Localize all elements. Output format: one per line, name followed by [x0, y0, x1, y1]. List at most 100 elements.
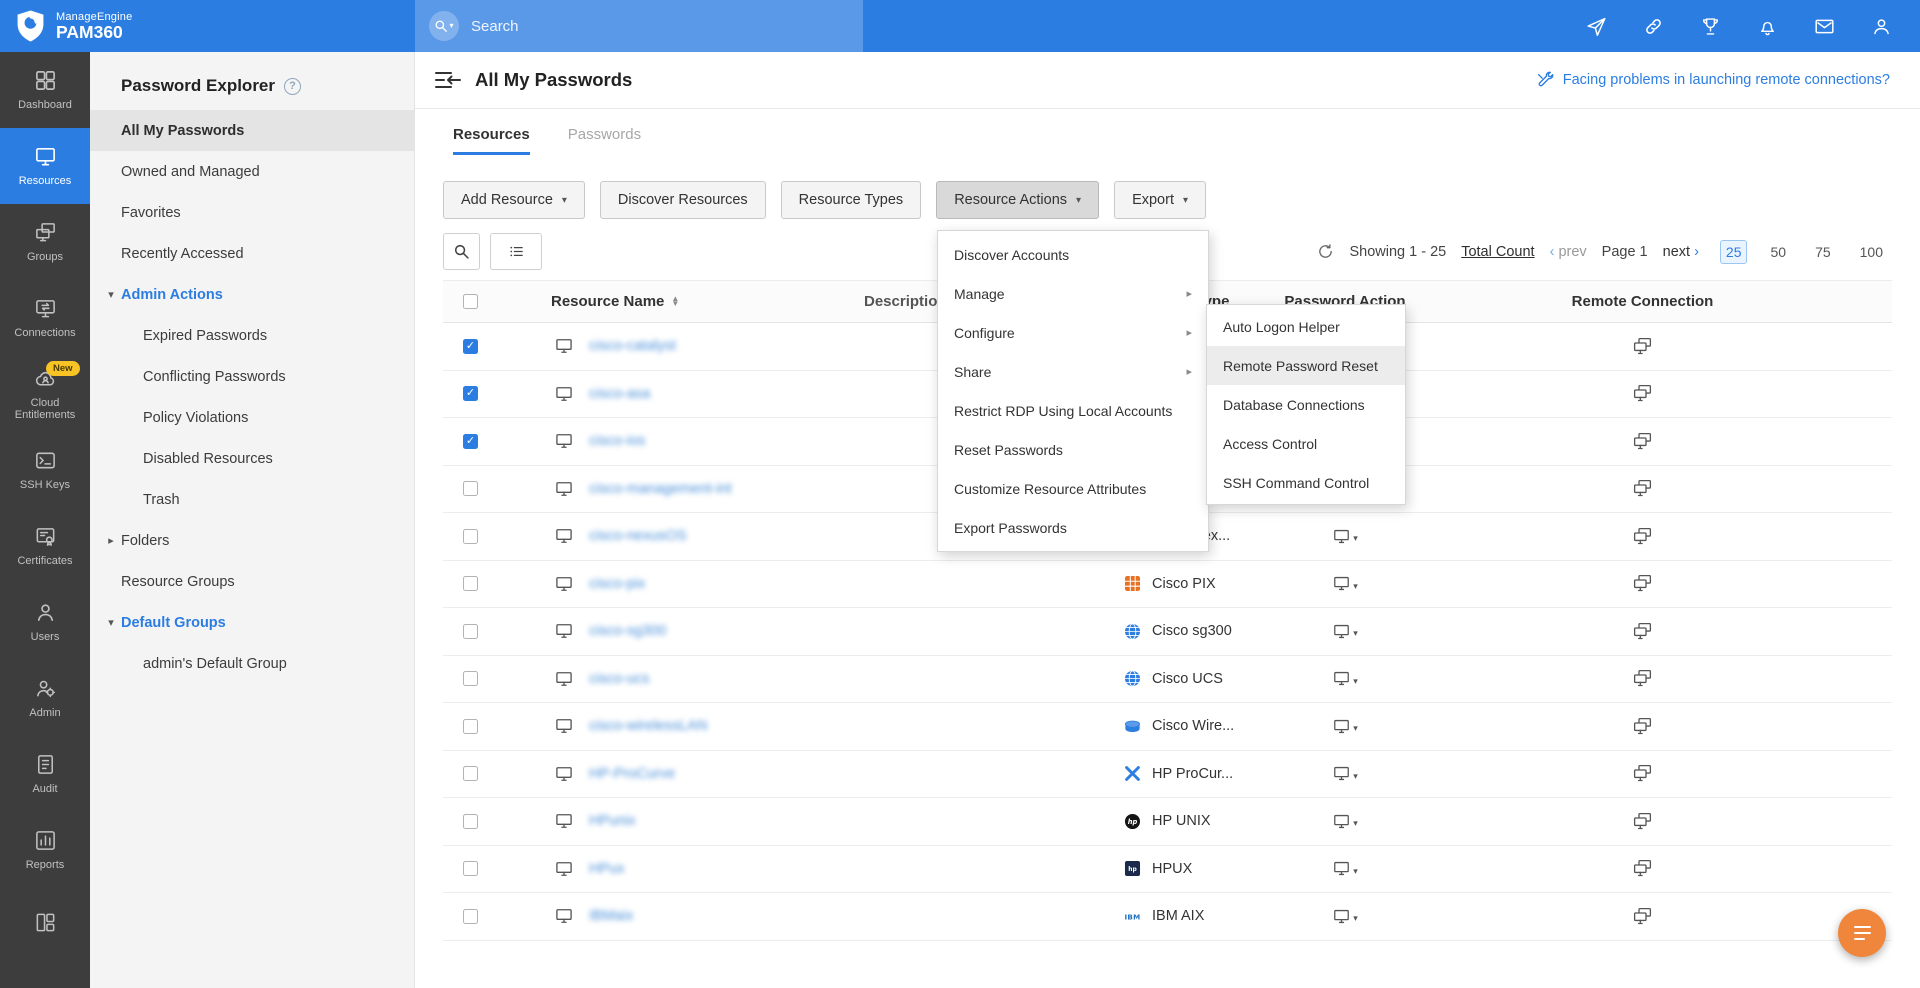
- export-button[interactable]: Export ▾: [1114, 181, 1206, 219]
- remote-connection-icon[interactable]: [1632, 526, 1653, 547]
- sort-icon[interactable]: ▲▼: [671, 297, 679, 307]
- sidebar-item-audit[interactable]: Audit: [0, 736, 90, 812]
- remote-connection-icon[interactable]: [1632, 431, 1653, 452]
- submenu-item[interactable]: Access Control: [1207, 424, 1405, 463]
- search-input[interactable]: [471, 18, 849, 35]
- sidebar-item-reports[interactable]: Reports: [0, 812, 90, 888]
- explorer-item[interactable]: Recently Accessed: [90, 233, 414, 274]
- total-count-link[interactable]: Total Count: [1461, 244, 1534, 260]
- remote-connection-icon[interactable]: [1632, 621, 1653, 642]
- connections-shortcut-icon[interactable]: [1643, 16, 1664, 37]
- sidebar-item-connections[interactable]: Connections: [0, 280, 90, 356]
- sidebar-item-users[interactable]: Users: [0, 584, 90, 660]
- prev-page-button[interactable]: ‹ prev: [1550, 244, 1587, 260]
- row-checkbox[interactable]: [463, 386, 478, 401]
- explorer-item[interactable]: Disabled Resources: [90, 438, 414, 479]
- explorer-item[interactable]: All My Passwords: [90, 110, 414, 151]
- remote-connection-icon[interactable]: [1632, 668, 1653, 689]
- refresh-icon[interactable]: [1317, 243, 1334, 260]
- remote-connection-icon[interactable]: [1632, 383, 1653, 404]
- submenu-item[interactable]: Database Connections: [1207, 385, 1405, 424]
- resource-name-link[interactable]: cisco-nexusOS: [589, 528, 687, 544]
- explorer-item[interactable]: Folders: [90, 520, 414, 561]
- resource-name-link[interactable]: IBMaix: [589, 908, 633, 924]
- remote-connection-icon[interactable]: [1632, 478, 1653, 499]
- row-checkbox[interactable]: [463, 529, 478, 544]
- sidebar-item-certificates[interactable]: Certificates: [0, 508, 90, 584]
- menu-item[interactable]: Discover Accounts ▸: [938, 235, 1208, 274]
- sidebar-item-cloud-entitlements[interactable]: New Cloud Entitlements: [0, 356, 90, 432]
- row-checkbox[interactable]: [463, 766, 478, 781]
- page-size-option[interactable]: 50: [1764, 240, 1792, 264]
- menu-item[interactable]: Export Passwords ▸: [938, 508, 1208, 547]
- expand-triangle-icon[interactable]: [105, 534, 117, 547]
- resource-name-link[interactable]: HP-ProCurve: [589, 766, 675, 782]
- page-size-option[interactable]: 75: [1809, 240, 1837, 264]
- resource-name-link[interactable]: cisco-ios: [589, 433, 645, 449]
- menu-item[interactable]: Configure ▸: [938, 313, 1208, 352]
- expand-triangle-icon[interactable]: [105, 616, 117, 629]
- rewards-icon[interactable]: [1700, 16, 1721, 37]
- row-checkbox[interactable]: [463, 481, 478, 496]
- submenu-item[interactable]: Auto Logon Helper: [1207, 307, 1405, 346]
- app-logo[interactable]: ManageEngine PAM360: [0, 9, 132, 43]
- expand-triangle-icon[interactable]: [105, 288, 117, 301]
- explorer-item[interactable]: Conflicting Passwords: [90, 356, 414, 397]
- row-checkbox[interactable]: [463, 909, 478, 924]
- explorer-item[interactable]: Policy Violations: [90, 397, 414, 438]
- explorer-item[interactable]: admin's Default Group: [90, 643, 414, 684]
- sidebar-item-ssh-keys[interactable]: SSH Keys: [0, 432, 90, 508]
- table-search-button[interactable]: [443, 233, 480, 270]
- row-checkbox[interactable]: [463, 814, 478, 829]
- row-checkbox[interactable]: [463, 576, 478, 591]
- sidebar-item-groups[interactable]: Groups: [0, 204, 90, 280]
- resource-name-link[interactable]: cisco-management-int: [589, 481, 732, 497]
- explorer-item[interactable]: Trash: [90, 479, 414, 520]
- tab-resources[interactable]: Resources: [453, 126, 530, 155]
- row-checkbox[interactable]: [463, 671, 478, 686]
- resource-name-link[interactable]: cisco-pix: [589, 576, 645, 592]
- remote-connection-help-link[interactable]: Facing problems in launching remote conn…: [1535, 71, 1890, 90]
- password-action-icon[interactable]: ▾: [1332, 574, 1358, 593]
- resource-name-link[interactable]: cisco-asa: [589, 386, 650, 402]
- menu-item[interactable]: Share ▸: [938, 352, 1208, 391]
- password-action-icon[interactable]: ▾: [1332, 669, 1358, 688]
- notifications-icon[interactable]: [1757, 16, 1778, 37]
- page-size-option[interactable]: 25: [1720, 240, 1748, 264]
- menu-item[interactable]: Manage ▸: [938, 274, 1208, 313]
- resource-name-link[interactable]: cisco-catalyst: [589, 338, 676, 354]
- resource-name-link[interactable]: HPunix: [589, 813, 636, 829]
- resource-name-link[interactable]: HPux: [589, 861, 624, 877]
- menu-item[interactable]: Restrict RDP Using Local Accounts ▸: [938, 391, 1208, 430]
- sidebar-item-resources[interactable]: Resources: [0, 128, 90, 204]
- search-scope-button[interactable]: ▾: [429, 11, 459, 41]
- password-action-icon[interactable]: ▾: [1332, 527, 1358, 546]
- resource-name-link[interactable]: cisco-ucs: [589, 671, 649, 687]
- resource-actions-button[interactable]: Resource Actions ▾: [936, 181, 1099, 219]
- resource-name-link[interactable]: cisco-wirelessLAN: [589, 718, 707, 734]
- remote-connection-icon[interactable]: [1632, 716, 1653, 737]
- row-checkbox[interactable]: [463, 719, 478, 734]
- select-all-checkbox[interactable]: [463, 294, 478, 309]
- password-action-icon[interactable]: ▾: [1332, 812, 1358, 831]
- password-action-icon[interactable]: ▾: [1332, 859, 1358, 878]
- row-checkbox[interactable]: [463, 339, 478, 354]
- submenu-item[interactable]: Remote Password Reset: [1207, 346, 1405, 385]
- resource-name-link[interactable]: cisco-sg300: [589, 623, 666, 639]
- explorer-item[interactable]: Owned and Managed: [90, 151, 414, 192]
- sidebar-item-admin[interactable]: Admin: [0, 660, 90, 736]
- explorer-item[interactable]: Favorites: [90, 192, 414, 233]
- row-checkbox[interactable]: [463, 861, 478, 876]
- remote-connection-icon[interactable]: [1632, 573, 1653, 594]
- explorer-item[interactable]: Admin Actions: [90, 274, 414, 315]
- menu-item[interactable]: Customize Resource Attributes ▸: [938, 469, 1208, 508]
- password-action-icon[interactable]: ▾: [1332, 622, 1358, 641]
- tab-passwords[interactable]: Passwords: [568, 126, 641, 155]
- messages-icon[interactable]: [1814, 16, 1835, 37]
- explorer-item[interactable]: Default Groups: [90, 602, 414, 643]
- account-icon[interactable]: [1871, 16, 1892, 37]
- password-action-icon[interactable]: ▾: [1332, 907, 1358, 926]
- menu-item[interactable]: Reset Passwords ▸: [938, 430, 1208, 469]
- password-action-icon[interactable]: ▾: [1332, 717, 1358, 736]
- resource-types-button[interactable]: Resource Types ▾: [781, 181, 922, 219]
